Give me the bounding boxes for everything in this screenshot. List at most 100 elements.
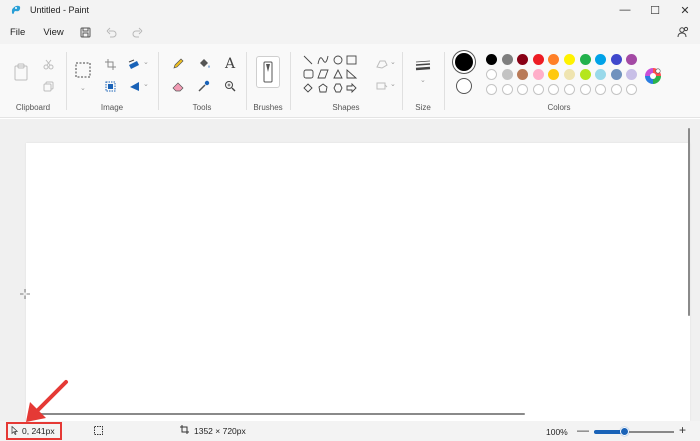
workspace: [0, 119, 700, 421]
vertical-scrollbar[interactable]: [688, 128, 690, 316]
image-select-icon[interactable]: [100, 76, 120, 96]
clipboard-label: Clipboard: [15, 103, 51, 112]
zoom-slider[interactable]: [594, 427, 674, 436]
palette-swatch[interactable]: [610, 54, 622, 65]
canvas-size: 1352 × 720px: [180, 425, 246, 436]
shape-fill-icon[interactable]: [372, 76, 392, 96]
primary-color-swatch[interactable]: [455, 53, 473, 71]
palette-swatch[interactable]: [564, 54, 575, 65]
shapes-label: Shapes: [332, 103, 360, 112]
clipboard-group: Clipboard: [0, 44, 66, 118]
status-bar: 0, 241px 1352 × 720px 100% — +: [0, 421, 700, 441]
undo-icon[interactable]: [99, 22, 125, 42]
empty-custom-swatch[interactable]: [486, 84, 497, 95]
cursor-position: 0, 241px: [22, 426, 55, 436]
palette-swatch[interactable]: [548, 69, 560, 80]
tools-group: A Tools: [158, 44, 246, 118]
selection-size-icon: [94, 426, 103, 437]
palette-swatch[interactable]: [501, 69, 513, 80]
colors-group: Colors: [444, 44, 674, 118]
menu-file[interactable]: File: [0, 27, 34, 38]
window-title: Untitled - Paint: [30, 5, 90, 15]
stroke-size-icon[interactable]: [412, 58, 434, 74]
shape-fill-dropdown-icon[interactable]: ⌄: [390, 80, 396, 88]
pointer-icon: [11, 425, 19, 437]
annotation-arrow-icon: [26, 380, 68, 422]
menu-view[interactable]: View: [34, 27, 72, 38]
image-label: Image: [100, 103, 124, 112]
text-icon[interactable]: A: [220, 54, 240, 74]
select-dropdown-icon[interactable]: ⌄: [80, 84, 86, 92]
minimize-button[interactable]: —: [610, 0, 640, 20]
color-picker-icon[interactable]: [194, 76, 214, 96]
title-bar: Untitled - Paint — ☐ ✕: [0, 0, 700, 20]
maximize-button[interactable]: ☐: [640, 0, 670, 20]
zoom-in-button[interactable]: +: [679, 423, 686, 437]
palette-swatch[interactable]: [517, 69, 529, 80]
empty-custom-swatch[interactable]: [517, 84, 529, 95]
brushes-label: Brushes: [253, 103, 283, 112]
magnifier-icon[interactable]: [220, 76, 240, 96]
empty-custom-swatch[interactable]: [579, 84, 591, 95]
horizontal-scrollbar[interactable]: [30, 413, 525, 415]
canvas-size-icon: [180, 425, 189, 436]
paste-icon[interactable]: [10, 58, 32, 86]
paint-app-icon: [10, 4, 22, 16]
empty-custom-swatch[interactable]: [564, 84, 575, 95]
share-people-icon[interactable]: [674, 23, 692, 41]
brush-icon[interactable]: [256, 56, 280, 88]
close-button[interactable]: ✕: [670, 0, 700, 20]
palette-swatch[interactable]: [595, 69, 607, 80]
redo-icon[interactable]: [125, 22, 151, 42]
palette-swatch[interactable]: [532, 54, 544, 65]
palette-swatch[interactable]: [564, 69, 575, 80]
palette-swatch[interactable]: [579, 69, 591, 80]
menu-bar: File View: [0, 20, 700, 44]
zoom-slider-thumb[interactable]: [619, 427, 629, 436]
palette-swatch[interactable]: [626, 69, 638, 80]
edit-colors-icon[interactable]: [643, 66, 663, 86]
palette-swatch[interactable]: [610, 69, 622, 80]
secondary-color-swatch[interactable]: [456, 78, 472, 94]
size-dropdown-icon[interactable]: ⌄: [420, 76, 426, 84]
crop-icon[interactable]: [100, 54, 120, 74]
empty-custom-swatch[interactable]: [610, 84, 622, 95]
eraser-icon[interactable]: [168, 76, 188, 96]
palette-swatch[interactable]: [517, 54, 529, 65]
resize-icon[interactable]: [124, 54, 144, 74]
empty-custom-swatch[interactable]: [501, 84, 513, 95]
empty-custom-swatch[interactable]: [626, 84, 638, 95]
size-group: ⌄ Size: [402, 44, 444, 118]
cut-icon[interactable]: [38, 54, 58, 74]
rotate-icon[interactable]: [124, 76, 144, 96]
drawing-canvas[interactable]: [26, 143, 690, 421]
palette-swatch[interactable]: [579, 54, 591, 65]
fill-icon[interactable]: [194, 54, 214, 74]
save-icon[interactable]: [73, 22, 99, 42]
zoom-out-button[interactable]: —: [577, 423, 589, 437]
pencil-icon[interactable]: [168, 54, 188, 74]
palette-swatch[interactable]: [486, 69, 497, 80]
copy-icon[interactable]: [38, 76, 58, 96]
rotate-dropdown-icon[interactable]: ⌄: [143, 80, 149, 88]
select-icon[interactable]: [72, 58, 94, 82]
palette-swatch[interactable]: [532, 69, 544, 80]
zoom-level[interactable]: 100%: [546, 427, 568, 437]
palette-swatch[interactable]: [626, 54, 638, 65]
palette-swatch[interactable]: [501, 54, 513, 65]
shapes-group: ⌄ ⌄ Shapes: [290, 44, 402, 118]
outline-dropdown-icon[interactable]: ⌄: [390, 58, 396, 66]
empty-custom-swatch[interactable]: [548, 84, 560, 95]
empty-custom-swatch[interactable]: [532, 84, 544, 95]
crosshair-cursor-icon: [20, 289, 30, 299]
resize-dropdown-icon[interactable]: ⌄: [143, 58, 149, 66]
shapes-gallery[interactable]: [302, 54, 368, 94]
image-group: ⌄ ⌄ ⌄ Image: [66, 44, 158, 118]
palette-swatch[interactable]: [595, 54, 607, 65]
palette-swatch[interactable]: [548, 54, 560, 65]
palette-swatch[interactable]: [486, 54, 497, 65]
outline-icon[interactable]: [372, 54, 392, 74]
empty-custom-swatch[interactable]: [595, 84, 607, 95]
brushes-group: Brushes: [246, 44, 290, 118]
canvas-size-text: 1352 × 720px: [194, 425, 246, 436]
